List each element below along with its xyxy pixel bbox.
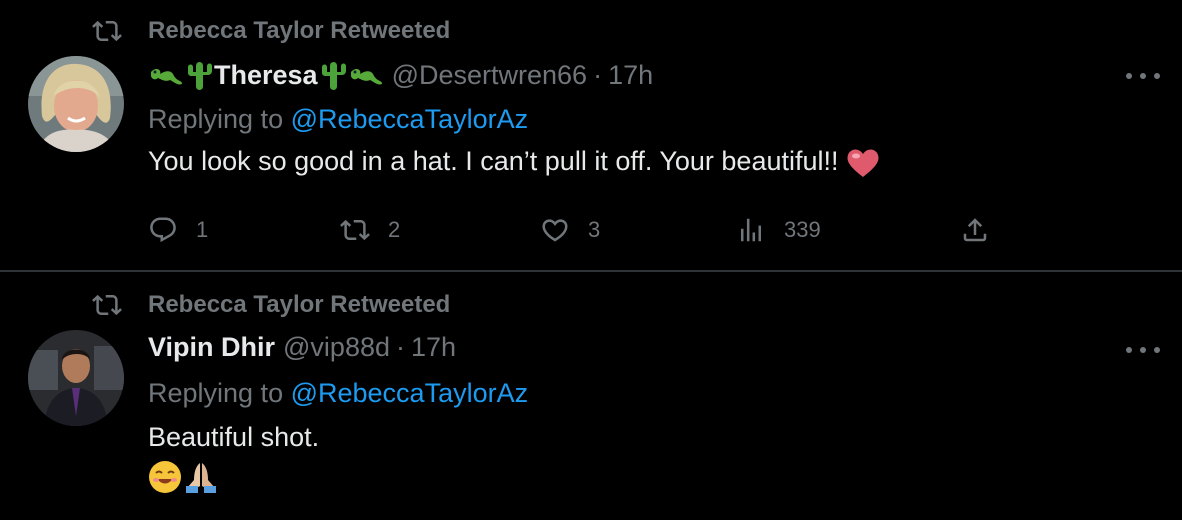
replying-prefix: Replying to xyxy=(148,378,291,408)
handle[interactable]: @Desertwren66 xyxy=(392,60,588,91)
handle[interactable]: @vip88d xyxy=(283,332,390,363)
view-count: 339 xyxy=(784,217,821,242)
avatar[interactable] xyxy=(28,330,124,426)
retweet-indicator: Rebecca Taylor Retweeted xyxy=(92,16,450,46)
tweet-text-content: You look so good in a hat. I can’t pull … xyxy=(148,146,839,176)
timestamp[interactable]: 17h xyxy=(411,332,456,363)
tweet-header: Vipin Dhir @vip88d · 17h xyxy=(148,332,456,363)
timestamp[interactable]: 17h xyxy=(608,60,653,91)
separator-dot: · xyxy=(396,332,405,362)
replying-to: Replying to @RebeccaTaylorAz xyxy=(148,104,528,135)
display-name-text: Theresa xyxy=(214,59,318,90)
lizard-emoji-icon xyxy=(151,68,182,85)
avatar[interactable] xyxy=(28,56,124,152)
analytics-icon xyxy=(741,218,761,242)
tweet-actions: 1 2 3 339 xyxy=(148,212,998,248)
more-options-icon[interactable] xyxy=(1126,69,1160,83)
retweet-label: Rebecca Taylor Retweeted xyxy=(148,291,451,318)
replying-to-link[interactable]: @RebeccaTaylorAz xyxy=(291,378,529,408)
cactus-emoji-icon xyxy=(188,62,212,90)
retweet-icon xyxy=(92,20,122,42)
reply-button[interactable]: 1 xyxy=(148,212,208,248)
like-button[interactable]: 3 xyxy=(540,212,600,248)
retweet-icon xyxy=(340,219,370,241)
heart-emoji-icon xyxy=(847,149,879,177)
retweet-button[interactable]: 2 xyxy=(340,212,400,248)
replying-to-link[interactable]: @RebeccaTaylorAz xyxy=(291,104,529,134)
emoji-row xyxy=(148,460,218,494)
replying-prefix: Replying to xyxy=(148,104,291,134)
display-name[interactable]: Vipin Dhir xyxy=(148,332,275,363)
tweet[interactable]: Rebecca Taylor Retweeted Theresa @Desert… xyxy=(0,0,1182,270)
share-icon xyxy=(963,218,987,242)
display-name[interactable]: Theresa xyxy=(148,58,384,92)
views-button[interactable]: 339 xyxy=(736,212,821,248)
separator-dot: · xyxy=(593,59,603,90)
retweet-count: 2 xyxy=(388,217,401,242)
share-button[interactable] xyxy=(960,212,1008,248)
tweet-header: Theresa @Desertwren66 · 17h xyxy=(148,58,653,92)
folded-hands-emoji-icon xyxy=(186,463,216,493)
lizard-emoji-icon xyxy=(350,68,382,85)
tweet-text: You look so good in a hat. I can’t pull … xyxy=(148,146,880,179)
smiling-face-emoji-icon xyxy=(149,461,181,493)
retweet-label: Rebecca Taylor Retweeted xyxy=(148,17,451,44)
tweet[interactable]: Rebecca Taylor Retweeted Vipin Dhir @vip… xyxy=(0,272,1182,520)
cactus-emoji-icon xyxy=(321,62,346,90)
tweet-text: Beautiful shot. xyxy=(148,422,319,453)
tweet-text-content: Beautiful shot. xyxy=(148,422,320,452)
replying-to: Replying to @RebeccaTaylorAz xyxy=(148,378,528,409)
more-options-icon[interactable] xyxy=(1126,343,1160,357)
heart-icon xyxy=(542,219,568,242)
reply-icon xyxy=(150,217,176,243)
retweet-indicator: Rebecca Taylor Retweeted xyxy=(92,290,450,320)
like-count: 3 xyxy=(588,217,601,242)
retweet-icon xyxy=(92,294,122,316)
reply-count: 1 xyxy=(196,217,209,242)
